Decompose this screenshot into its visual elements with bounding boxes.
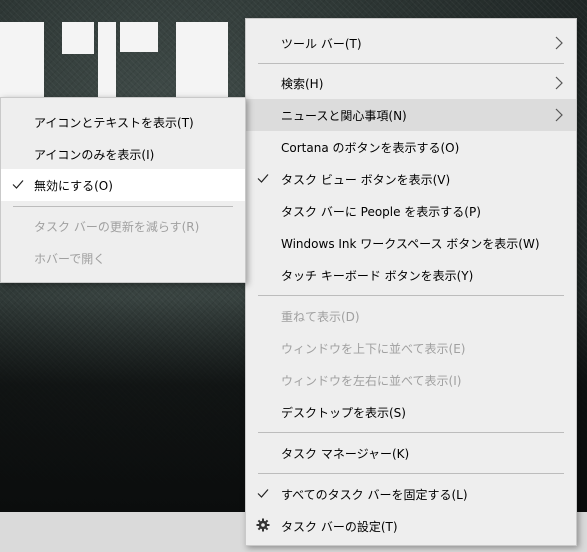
chevron-right-icon xyxy=(555,36,563,50)
chevron-right-icon xyxy=(555,108,563,122)
gear-icon xyxy=(256,518,270,532)
menu-item-label: 無効にする(O) xyxy=(34,178,113,193)
menu-item-label: ニュースと関心事項(N) xyxy=(281,108,407,123)
menu-item-task-manager[interactable]: タスク マネージャー(K) xyxy=(246,437,576,469)
news-and-interests-submenu: アイコンとテキストを表示(T) アイコンのみを表示(I) 無効にする(O) タス… xyxy=(0,97,246,283)
menu-item-label: タスク バーに People を表示する(P) xyxy=(281,204,481,219)
menu-item-label: Cortana のボタンを表示する(O) xyxy=(281,140,460,155)
menu-item-label: 検索(H) xyxy=(281,76,324,91)
menu-item-label: ウィンドウを上下に並べて表示(E) xyxy=(281,341,466,356)
menu-item-label: ツール バー(T) xyxy=(281,36,362,51)
menu-item-label: タッチ キーボード ボタンを表示(Y) xyxy=(281,268,474,283)
menu-separator xyxy=(13,206,233,207)
chevron-right-icon xyxy=(555,76,563,90)
menu-item-label: デスクトップを表示(S) xyxy=(281,405,406,420)
menu-item-label: ウィンドウを左右に並べて表示(I) xyxy=(281,373,462,388)
menu-item-label: すべてのタスク バーを固定する(L) xyxy=(281,487,468,502)
menu-item-label: タスク ビュー ボタンを表示(V) xyxy=(281,172,451,187)
checkmark-icon xyxy=(257,174,269,183)
menu-item-show-touch-keyboard[interactable]: タッチ キーボード ボタンを表示(Y) xyxy=(246,259,576,291)
menu-item-label: タスク マネージャー(K) xyxy=(281,446,410,461)
menu-item-search[interactable]: 検索(H) xyxy=(246,67,576,99)
menu-item-label: Windows Ink ワークスペース ボタンを表示(W) xyxy=(281,236,540,251)
submenu-item-show-icon-and-text[interactable]: アイコンとテキストを表示(T) xyxy=(1,106,245,138)
checkmark-icon xyxy=(257,489,269,498)
menu-item-toolbars[interactable]: ツール バー(T) xyxy=(246,27,576,59)
menu-item-show-cortana-button[interactable]: Cortana のボタンを表示する(O) xyxy=(246,131,576,163)
menu-item-label: ホバーで開く xyxy=(34,251,106,266)
menu-item-show-windows-ink[interactable]: Windows Ink ワークスペース ボタンを表示(W) xyxy=(246,227,576,259)
menu-item-label: アイコンのみを表示(I) xyxy=(34,147,155,162)
menu-separator xyxy=(258,63,564,64)
menu-item-stack-windows: ウィンドウを上下に並べて表示(E) xyxy=(246,332,576,364)
menu-item-label: アイコンとテキストを表示(T) xyxy=(34,115,194,130)
menu-item-lock-taskbars[interactable]: すべてのタスク バーを固定する(L) xyxy=(246,478,576,510)
submenu-item-turn-off[interactable]: 無効にする(O) xyxy=(1,169,245,201)
menu-separator xyxy=(258,473,564,474)
checkmark-icon xyxy=(12,180,24,189)
menu-separator xyxy=(258,432,564,433)
taskbar-context-menu: ツール バー(T) 検索(H) ニュースと関心事項(N) Cortana のボタ… xyxy=(245,18,577,546)
menu-item-label: タスク バーの設定(T) xyxy=(281,519,398,534)
menu-item-side-by-side-windows: ウィンドウを左右に並べて表示(I) xyxy=(246,364,576,396)
menu-item-taskbar-settings[interactable]: タスク バーの設定(T) xyxy=(246,510,576,542)
menu-item-news-and-interests[interactable]: ニュースと関心事項(N) xyxy=(246,99,576,131)
submenu-item-reduce-updates: タスク バーの更新を減らす(R) xyxy=(1,210,245,242)
menu-item-show-task-view-button[interactable]: タスク ビュー ボタンを表示(V) xyxy=(246,163,576,195)
menu-separator xyxy=(258,295,564,296)
menu-item-label: 重ねて表示(D) xyxy=(281,309,360,324)
menu-item-cascade-windows: 重ねて表示(D) xyxy=(246,300,576,332)
menu-item-show-people[interactable]: タスク バーに People を表示する(P) xyxy=(246,195,576,227)
menu-item-label: タスク バーの更新を減らす(R) xyxy=(34,219,200,234)
menu-item-show-desktop[interactable]: デスクトップを表示(S) xyxy=(246,396,576,428)
submenu-item-show-icon-only[interactable]: アイコンのみを表示(I) xyxy=(1,138,245,170)
submenu-item-open-on-hover: ホバーで開く xyxy=(1,242,245,274)
